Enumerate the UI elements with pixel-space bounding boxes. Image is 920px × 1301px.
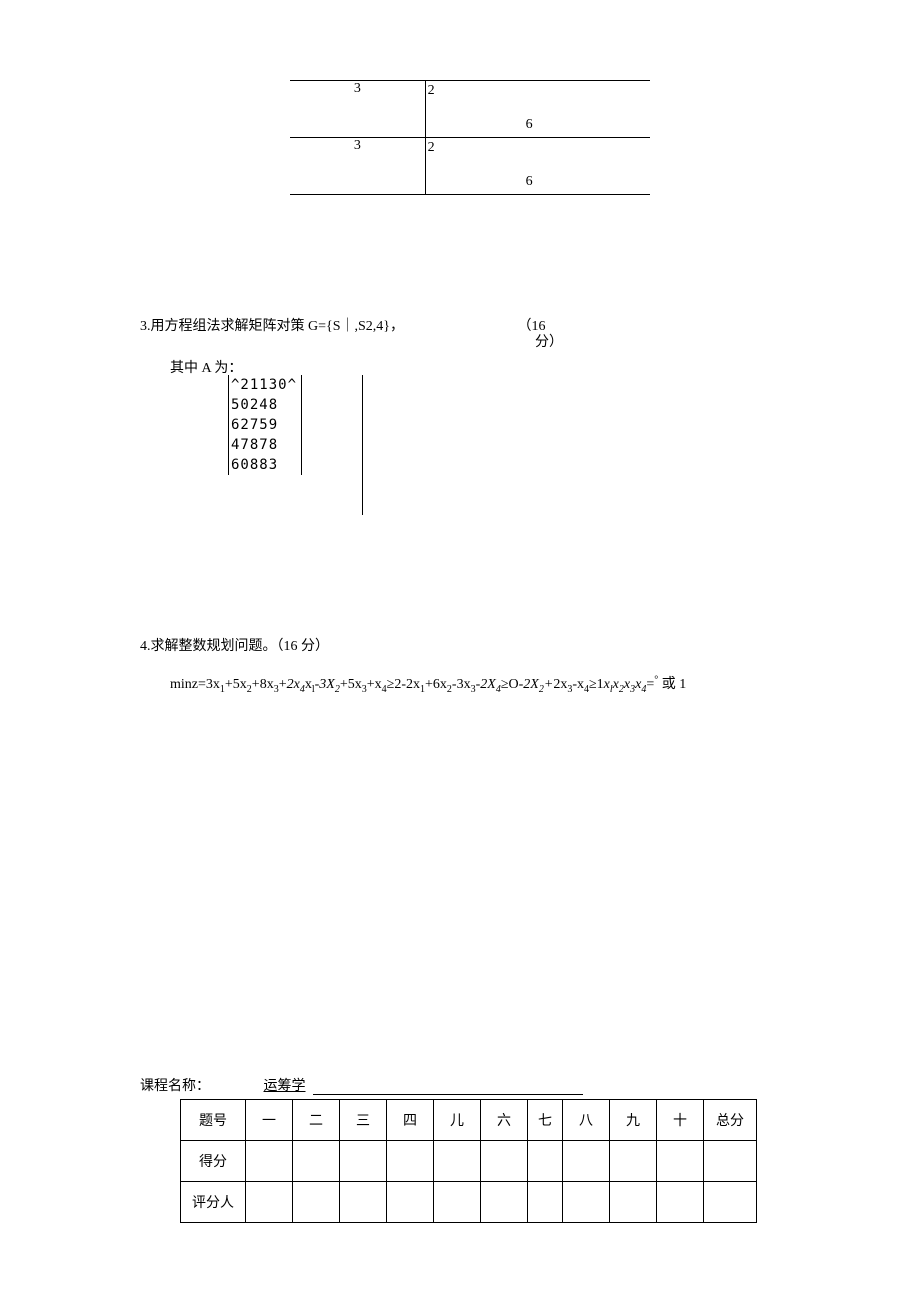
col-header: 十 [657, 1099, 704, 1140]
formula-text: ≥2-2x [387, 677, 420, 692]
formula-text: +6x [425, 677, 447, 692]
row-label: 题号 [181, 1099, 246, 1140]
col-header: 八 [563, 1099, 610, 1140]
course-name: 运筹学 [264, 1075, 306, 1095]
course-underline [313, 1080, 583, 1095]
score-cell [657, 1140, 704, 1181]
matrix-wrap: 其中 A 为： ^21130^ 50248 62759 47878 60883 [170, 357, 780, 515]
score-cell [704, 1181, 757, 1222]
formula-text: -x [572, 677, 584, 692]
cell-left-1: 3 [290, 81, 425, 138]
course-label: 课程名称： [140, 1075, 210, 1095]
formula-italic: 3X2 [319, 677, 340, 692]
q3-points-sub: 分） [535, 331, 780, 351]
matrix-row: 47878 [231, 435, 297, 455]
score-cell [246, 1140, 293, 1181]
cell-value: 2 [428, 83, 435, 99]
score-cell [434, 1181, 481, 1222]
formula-text: +8x [252, 677, 274, 692]
score-table: 题号 一 二 三 四 儿 六 七 八 九 十 总分 得分 [180, 1099, 757, 1223]
formula-italic: xlx2x3x4 [604, 677, 647, 692]
matrix-a: ^21130^ 50248 62759 47878 60883 [228, 375, 302, 475]
formula-text: 或 1 [658, 677, 686, 692]
question-4-heading: 4.求解整数规划问题。（16 分） [140, 635, 780, 655]
col-header: 一 [246, 1099, 293, 1140]
formula-text: + [279, 677, 287, 692]
score-cell [293, 1181, 340, 1222]
col-header: 二 [293, 1099, 340, 1140]
cell-right-1: 2 6 [425, 81, 650, 138]
cell-right-2: 2 6 [425, 138, 650, 195]
formula-text: x [305, 677, 312, 692]
table-row: 得分 [181, 1140, 757, 1181]
table-row: 3 2 6 [290, 81, 650, 138]
formula-text: +5x [340, 677, 362, 692]
col-header: 儿 [434, 1099, 481, 1140]
score-cell [610, 1140, 657, 1181]
table-row: 3 2 6 [290, 138, 650, 195]
row-label: 评分人 [181, 1181, 246, 1222]
cell-value: 6 [526, 117, 533, 133]
matrix-label: 其中 A 为： [170, 357, 242, 377]
top-data-table: 3 2 6 3 2 6 [290, 80, 650, 195]
score-cell [481, 1140, 528, 1181]
formula-italic: 2X4 [480, 677, 501, 692]
score-cell [704, 1140, 757, 1181]
table-row: 题号 一 二 三 四 儿 六 七 八 九 十 总分 [181, 1099, 757, 1140]
score-cell [434, 1140, 481, 1181]
q4-formula: minz=3x1+5x2+8x3+2x4xl-3X2+5x3+x4≥2-2x1+… [170, 673, 780, 695]
cell-value: 2 [428, 140, 435, 156]
score-cell [246, 1181, 293, 1222]
col-header: 七 [528, 1099, 563, 1140]
table-row: 评分人 [181, 1181, 757, 1222]
formula-text: +5x [225, 677, 247, 692]
col-header: 九 [610, 1099, 657, 1140]
score-cell [293, 1140, 340, 1181]
score-cell [563, 1181, 610, 1222]
matrix-row: 62759 [231, 415, 297, 435]
formula-italic: 2x4 [287, 677, 305, 692]
score-cell [657, 1181, 704, 1222]
score-cell [528, 1140, 563, 1181]
cell-left-2: 3 [290, 138, 425, 195]
formula-text: -3x [452, 677, 471, 692]
formula-text: +x [367, 677, 382, 692]
formula-text: ≥O- [501, 677, 523, 692]
score-cell [340, 1140, 387, 1181]
formula-text: minz=3x [170, 677, 220, 692]
col-header: 总分 [704, 1099, 757, 1140]
formula-text: ≥1 [589, 677, 604, 692]
score-cell [481, 1181, 528, 1222]
matrix-right-bar [362, 375, 363, 515]
cell-value: 3 [354, 81, 361, 96]
q3-heading: 3.用方程组法求解矩阵对策 G={S｜,S2,4}， [140, 319, 404, 334]
matrix-row: ^21130^ [231, 375, 297, 395]
col-header: 六 [481, 1099, 528, 1140]
score-cell [387, 1181, 434, 1222]
score-cell [610, 1181, 657, 1222]
score-cell [563, 1140, 610, 1181]
score-cell [340, 1181, 387, 1222]
col-header: 四 [387, 1099, 434, 1140]
cell-value: 6 [526, 174, 533, 190]
matrix-row: 50248 [231, 395, 297, 415]
formula-text: 2x [553, 677, 567, 692]
col-header: 三 [340, 1099, 387, 1140]
row-label: 得分 [181, 1140, 246, 1181]
course-line: 课程名称： 运筹学 [140, 1075, 780, 1095]
matrix-row: 60883 [231, 455, 297, 475]
cell-value: 3 [354, 138, 361, 153]
score-cell [387, 1140, 434, 1181]
score-cell [528, 1181, 563, 1222]
formula-italic: 2X2+ [523, 677, 553, 692]
